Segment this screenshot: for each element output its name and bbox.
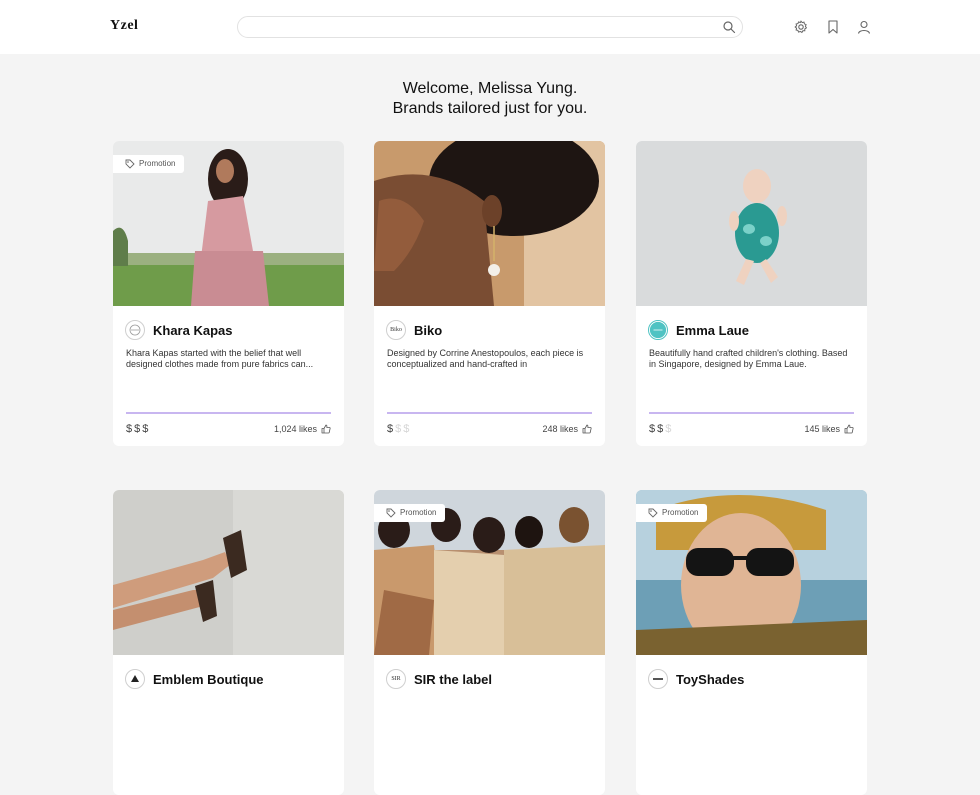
khara-kapas-logo-icon [129,324,141,336]
likes-label: 1,024 likes [273,424,317,434]
welcome-greeting: Welcome, Melissa Yung. [402,80,578,97]
brand-card-sir-the-label[interactable]: Promotion SIR SIR the label [374,490,605,795]
promotion-badge: Promotion [636,504,708,522]
likes-count[interactable]: 1,024 likes [274,424,331,434]
promotion-badge: Promotion [374,504,446,522]
brand-name[interactable]: SIR the label [414,672,492,687]
brand-card-khara-kapas[interactable]: Promotion Khara Kapas Khara Kapas starte… [113,141,344,446]
likes-count[interactable]: 145 likes [804,424,854,434]
price-symbol: $ [649,423,658,435]
card-divider [126,412,331,414]
promotion-label: Promotion [139,159,176,168]
tag-icon [648,508,658,518]
brand-logo [125,320,145,340]
brand-name[interactable]: Emblem Boutique [153,672,264,687]
price-level: $$$ [126,423,150,435]
search-bar[interactable] [237,16,743,38]
price-level: $$$ [649,423,673,435]
price-level: $$$ [387,423,411,435]
price-symbol: $ [665,423,674,435]
toyshades-logo-icon [653,678,663,680]
brand-name[interactable]: Biko [414,323,442,338]
brand-logo: SIR [386,669,406,689]
brand-logo [648,669,668,689]
likes-count[interactable]: 248 likes [542,424,592,434]
likes-label: 248 likes [542,424,578,434]
emblem-boutique-logo-icon [131,675,139,682]
brand-card-toyshades[interactable]: Promotion ToyShades [636,490,867,795]
brand-card-biko[interactable]: Biko Biko Designed by Corrine Anestopoul… [374,141,605,446]
likes-label: 145 likes [804,424,840,434]
promotion-label: Promotion [662,508,699,517]
promotion-label: Promotion [400,508,437,517]
brand-logo: Biko [386,320,406,340]
card-divider [387,412,592,414]
welcome-subtitle: Brands tailored just for you. [392,100,588,117]
thumbs-up-icon[interactable] [321,424,331,434]
brand-card-emma-laue[interactable]: Emma Laue Beautifully hand crafted child… [636,141,867,446]
brand-name[interactable]: Emma Laue [676,323,749,338]
bookmark-icon[interactable] [825,19,841,35]
brand-name[interactable]: Khara Kapas [153,323,232,338]
tag-icon [386,508,396,518]
brand-image[interactable] [374,141,605,306]
brand-logo [125,669,145,689]
search-input[interactable] [250,19,710,35]
gear-icon[interactable] [793,19,809,35]
app-logo[interactable]: Yzel [110,18,138,34]
brand-name[interactable]: ToyShades [676,672,744,687]
price-symbol: $ [126,423,135,435]
user-icon[interactable] [856,19,872,35]
emma-laue-logo-icon [649,321,667,339]
tag-icon [125,159,135,169]
card-divider [649,412,854,414]
brand-card-emblem-boutique[interactable]: Emblem Boutique [113,490,344,795]
price-symbol: $ [387,423,396,435]
brand-description: Beautifully hand crafted children's clot… [649,348,848,369]
thumbs-up-icon[interactable] [844,424,854,434]
welcome-message: Welcome, Melissa Yung. Brands tailored j… [0,79,980,119]
brand-description: Khara Kapas started with the belief that… [126,348,314,369]
thumbs-up-icon[interactable] [582,424,592,434]
promotion-badge: Promotion [113,155,185,173]
brand-description: Designed by Corrine Anestopoulos, each p… [387,348,584,369]
brand-image[interactable] [636,141,867,306]
brand-logo [648,320,668,340]
brand-image[interactable] [113,490,344,655]
price-symbol: $ [142,423,151,435]
search-icon[interactable] [722,20,736,34]
top-navigation-bar: Yzel [0,0,980,54]
price-symbol: $ [403,423,412,435]
